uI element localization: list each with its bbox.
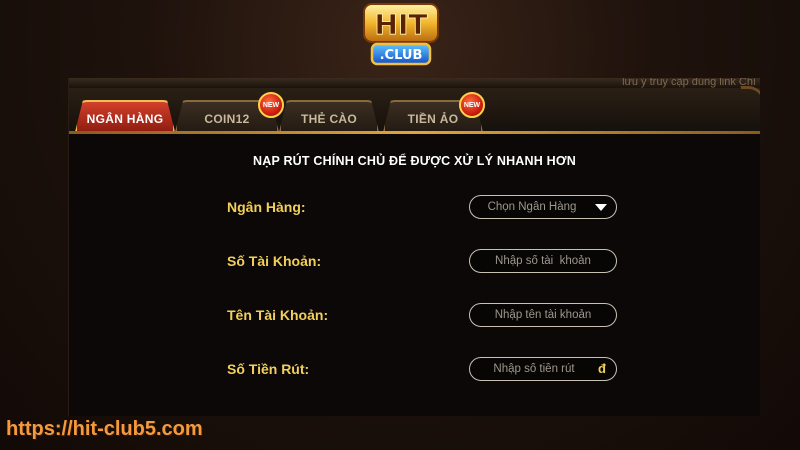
bank-label: Ngân Hàng: [227,199,306,215]
account-number-input[interactable] [470,255,616,267]
account-number-label: Số Tài Khoản: [227,253,322,269]
site-url-watermark: https://hit-club5.com [6,418,203,440]
currency-dong-icon: đ [598,361,606,376]
bank-select-value: Chọn Ngân Hàng [487,201,577,213]
account-name-field[interactable] [469,303,617,327]
tab-bar-divider [69,131,760,134]
tab-crypto-label: TIỀN ẢO [407,112,459,126]
withdraw-panel: lưu ý truy cập đúng link Chí NGÂN HÀNG C… [68,78,760,416]
tab-card-label: THẺ CÀO [300,112,358,126]
tab-coin12-label: COIN12 [204,112,250,126]
logo-top-text: HIT [375,8,428,41]
bank-select[interactable]: Chọn Ngân Hàng [469,195,617,219]
account-number-field[interactable] [469,249,617,273]
top-notice-text: lưu ý truy cập đúng link Chí [622,78,756,88]
new-badge-text: NEW [463,101,481,109]
form-title: NẠP RÚT CHÍNH CHỦ ĐỂ ĐƯỢC XỬ LÝ NHANH HƠ… [253,154,576,168]
new-badge-text: NEW [262,101,280,109]
hitclub-logo: HIT .CLUB [358,0,444,70]
tab-bank-label: NGÂN HÀNG [86,112,164,126]
logo-bottom-text: .CLUB [380,48,423,63]
tab-bank[interactable]: NGÂN HÀNG [75,100,175,132]
amount-label: Số Tiền Rút: [227,361,310,377]
amount-input[interactable] [470,363,616,375]
tab-card[interactable]: THẺ CÀO [279,100,379,132]
amount-field[interactable]: đ [469,357,617,381]
account-name-input[interactable] [470,309,616,321]
account-name-label: Tên Tài Khoản: [227,307,329,323]
dropdown-caret-icon [595,204,607,211]
new-badge-coin12: NEW [258,92,284,118]
new-badge-crypto: NEW [459,92,485,118]
